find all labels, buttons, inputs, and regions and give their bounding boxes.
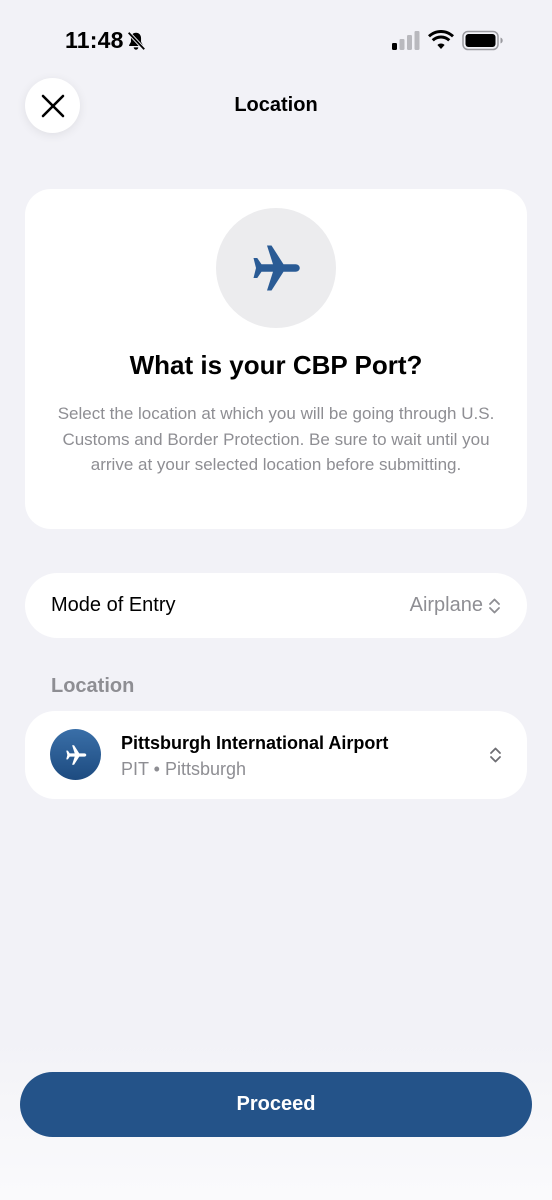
airplane-icon bbox=[253, 245, 300, 291]
mode-of-entry-picker[interactable]: Mode of Entry Airplane bbox=[25, 573, 527, 638]
hero-icon-container bbox=[216, 208, 336, 328]
hero-title: What is your CBP Port? bbox=[129, 350, 423, 380]
location-picker[interactable]: Pittsburgh International Airport PIT • P… bbox=[25, 711, 527, 799]
wifi-icon bbox=[428, 30, 454, 49]
chevron-up-down-icon bbox=[490, 747, 501, 763]
screen: 11:48 Location What is your CBP Port? Se… bbox=[0, 0, 552, 1200]
location-name: Pittsburgh International Airport bbox=[121, 733, 389, 753]
status-time: 11:48 bbox=[65, 27, 124, 53]
chevron-up-down-icon bbox=[489, 598, 500, 614]
page-title: Location bbox=[234, 94, 318, 116]
status-bar: 11:48 bbox=[0, 0, 552, 80]
location-section-header: Location bbox=[51, 675, 135, 697]
location-avatar bbox=[50, 729, 101, 780]
airplane-icon bbox=[65, 744, 86, 765]
proceed-button[interactable]: Proceed bbox=[20, 1072, 532, 1137]
bell-slash-icon bbox=[127, 31, 146, 51]
info-card: What is your CBP Port? Select the locati… bbox=[25, 189, 527, 529]
mode-of-entry-value: Airplane bbox=[409, 594, 483, 616]
battery-icon bbox=[462, 30, 503, 51]
mode-of-entry-label: Mode of Entry bbox=[51, 594, 176, 616]
signal-icon bbox=[392, 31, 420, 50]
hero-description: Select the location at which you will be… bbox=[57, 404, 495, 474]
location-subtitle: PIT • Pittsburgh bbox=[121, 759, 247, 779]
